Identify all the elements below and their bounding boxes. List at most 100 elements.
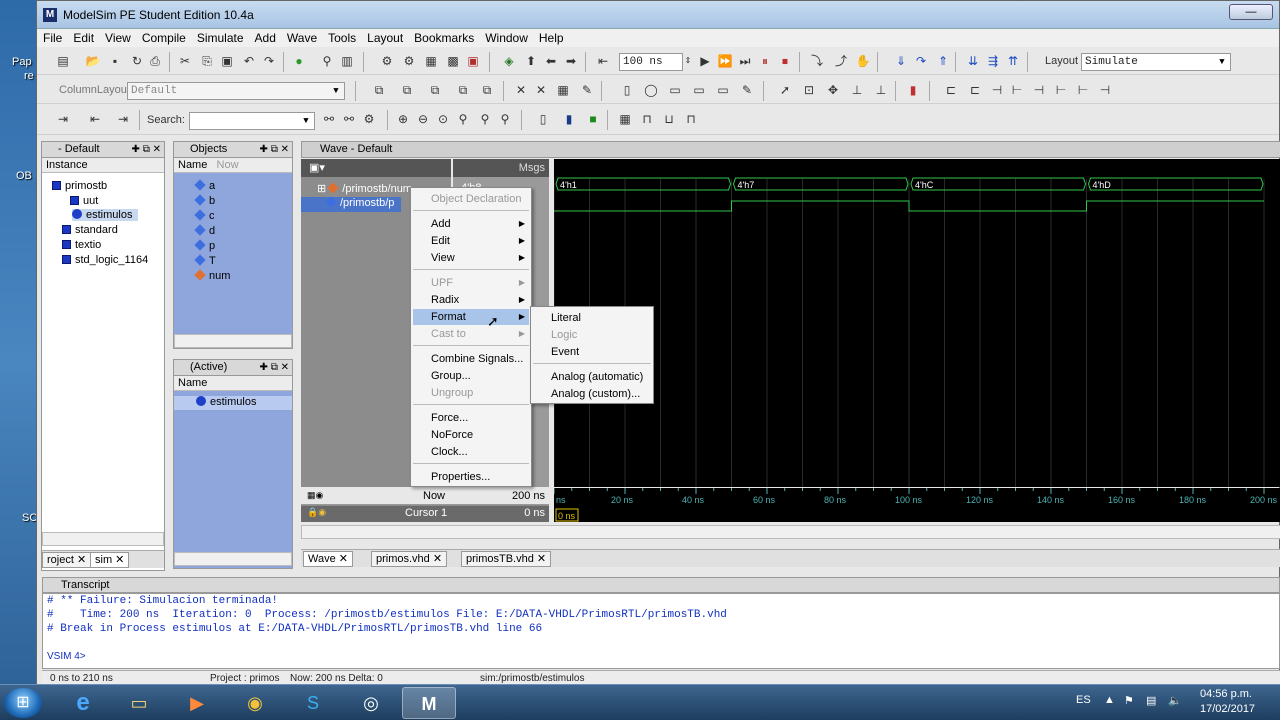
folder-icon[interactable]: ▭: [112, 687, 166, 719]
wave-add3-icon[interactable]: ⧉: [427, 82, 443, 98]
tab-primostb-vhd[interactable]: primosTB.vhd ✕: [461, 551, 552, 567]
tree-item-std-logic[interactable]: std_logic_1164: [62, 254, 148, 266]
wave-horizontal-scrollbar[interactable]: [301, 525, 1280, 539]
step-in-icon[interactable]: ⇥: [55, 111, 71, 127]
menu-help[interactable]: Help: [533, 29, 569, 47]
menu-item-edit[interactable]: Edit: [431, 235, 450, 247]
breakpoint-icon[interactable]: ▮: [905, 82, 921, 98]
start-button[interactable]: ⊞: [4, 688, 42, 718]
wave-signal-p[interactable]: /primostb/p: [301, 196, 401, 212]
up-arrow-icon[interactable]: ⬆: [523, 53, 539, 69]
search-input[interactable]: ▼: [189, 112, 315, 130]
compile-all-icon[interactable]: ⚙: [401, 53, 417, 69]
find-icon[interactable]: ⚲: [319, 53, 335, 69]
break-icon[interactable]: ▩: [445, 53, 461, 69]
menu-layout[interactable]: Layout: [361, 29, 408, 47]
pencil-icon[interactable]: ✎: [579, 82, 595, 98]
new-file-icon[interactable]: ▤: [55, 53, 71, 69]
tab-wave[interactable]: Wave ✕: [303, 551, 353, 567]
edge-icon[interactable]: ⊣: [1031, 82, 1047, 98]
edit-wave2-icon[interactable]: ⊥: [873, 82, 889, 98]
print-icon[interactable]: ⎙: [147, 53, 163, 69]
menu-item-noforce[interactable]: NoForce: [431, 429, 473, 441]
now-icon[interactable]: ▦◉: [307, 490, 323, 501]
format5-icon[interactable]: ▭: [715, 82, 731, 98]
menu-wave[interactable]: Wave: [281, 29, 322, 47]
menu-item-object-declaration[interactable]: Object Declaration: [431, 193, 522, 205]
objects-horizontal-scrollbar[interactable]: [174, 334, 292, 348]
stop-sim-icon[interactable]: ▣: [465, 53, 481, 69]
edit-wave-icon[interactable]: ⊥: [849, 82, 865, 98]
object-num[interactable]: num: [194, 269, 230, 282]
menu-edit[interactable]: Edit: [67, 29, 99, 47]
layout-icon[interactable]: ▥: [339, 53, 355, 69]
submenu-item-analog-automatic[interactable]: Analog (automatic): [551, 371, 643, 383]
submenu-item-event[interactable]: Event: [551, 346, 579, 358]
cut-icon[interactable]: ✂: [177, 53, 193, 69]
run-icon[interactable]: ▶: [697, 53, 713, 69]
menu-simulate[interactable]: Simulate: [191, 29, 249, 47]
skype-icon[interactable]: S: [286, 687, 340, 719]
menu-item-add[interactable]: Add: [431, 218, 451, 230]
restart-icon[interactable]: ⇤: [595, 53, 611, 69]
stop-icon[interactable]: ⏹: [777, 53, 793, 69]
menu-item-clock[interactable]: Clock...: [431, 446, 468, 458]
menu-window[interactable]: Window: [479, 29, 533, 47]
add-circle-icon[interactable]: ●: [291, 53, 307, 69]
reverse-icon[interactable]: ⇶: [985, 53, 1001, 69]
menu-item-group[interactable]: Group...: [431, 370, 471, 382]
delete2-icon[interactable]: ✕: [533, 82, 549, 98]
wave-edge3-icon[interactable]: ⊓: [683, 111, 699, 127]
menu-item-force[interactable]: Force...: [431, 412, 468, 424]
submenu-item-logic[interactable]: Logic: [551, 329, 577, 341]
tree-item-primostb[interactable]: primostb: [52, 180, 107, 192]
run-all-icon[interactable]: ⏭: [737, 53, 753, 69]
format6-icon[interactable]: ✎: [739, 82, 755, 98]
modelsim-taskbar-icon[interactable]: M: [402, 687, 456, 719]
objects-column-header[interactable]: Name Now: [174, 158, 292, 173]
menu-item-upf[interactable]: UPF: [431, 277, 453, 289]
layout-select[interactable]: Simulate ▼: [1081, 53, 1231, 71]
view-icon[interactable]: ▦: [555, 82, 571, 98]
tree-item-standard[interactable]: standard: [62, 224, 118, 236]
column-layout-select[interactable]: Default ▼: [127, 82, 345, 100]
active-item-estimulos[interactable]: estimulos: [174, 396, 292, 410]
cursor-marker[interactable]: 0 ns: [558, 511, 576, 521]
zoom-in-icon[interactable]: ⊕: [395, 111, 411, 127]
object-b[interactable]: b: [194, 194, 215, 207]
menu-item-view[interactable]: View: [431, 252, 455, 264]
menu-item-ungroup[interactable]: Ungroup: [431, 387, 473, 399]
title-bar[interactable]: M ModelSim PE Student Edition 10.4a —: [37, 1, 1279, 29]
zoom-range-icon[interactable]: ⚲: [477, 111, 493, 127]
run-length-spinner-icon[interactable]: ⇕: [683, 53, 693, 69]
tray-expand-icon[interactable]: ▲: [1104, 694, 1115, 706]
cursor-del-icon[interactable]: ⊏: [967, 82, 983, 98]
format-icon[interactable]: ▯: [619, 82, 635, 98]
undo-icon[interactable]: ↶: [241, 53, 257, 69]
edge-prev-icon[interactable]: ⊣: [989, 82, 1005, 98]
zoom-last-icon[interactable]: ⚲: [497, 111, 513, 127]
select-cursor-icon[interactable]: ➚: [777, 82, 793, 98]
cursor-lock-icon[interactable]: 🔒◉: [307, 507, 326, 518]
wave-add4-icon[interactable]: ⧉: [455, 82, 471, 98]
pan-icon[interactable]: ✥: [825, 82, 841, 98]
format4-icon[interactable]: ▭: [691, 82, 707, 98]
waveform-plot[interactable]: 4'h1 4'h7 4'hC 4'hD: [554, 159, 1280, 487]
submenu-item-literal[interactable]: Literal: [551, 312, 581, 324]
menu-bookmarks[interactable]: Bookmarks: [408, 29, 479, 47]
panel-controls-icon[interactable]: ✚ ⧉ ✕: [260, 360, 289, 375]
step-over-icon[interactable]: ⤴: [833, 53, 849, 69]
wave-signal-num[interactable]: ⊞ /primostb/num: [317, 182, 412, 195]
grid-icon[interactable]: ▦: [617, 111, 633, 127]
wave-view3-icon[interactable]: ■: [585, 111, 601, 127]
step-up-icon[interactable]: ⇑: [935, 53, 951, 69]
network-icon[interactable]: ▤: [1146, 694, 1156, 707]
object-a[interactable]: a: [194, 179, 215, 192]
transcript-pane[interactable]: # ** Failure: Simulacion terminada! # Ti…: [42, 593, 1280, 669]
wave-view1-icon[interactable]: ▯: [535, 111, 551, 127]
search-options-icon[interactable]: ⚙: [361, 111, 377, 127]
menu-compile[interactable]: Compile: [136, 29, 191, 47]
panel-controls-icon[interactable]: ✚ ⧉ ✕: [260, 142, 289, 157]
reload-icon[interactable]: ↻: [129, 53, 145, 69]
menu-tools[interactable]: Tools: [322, 29, 361, 47]
